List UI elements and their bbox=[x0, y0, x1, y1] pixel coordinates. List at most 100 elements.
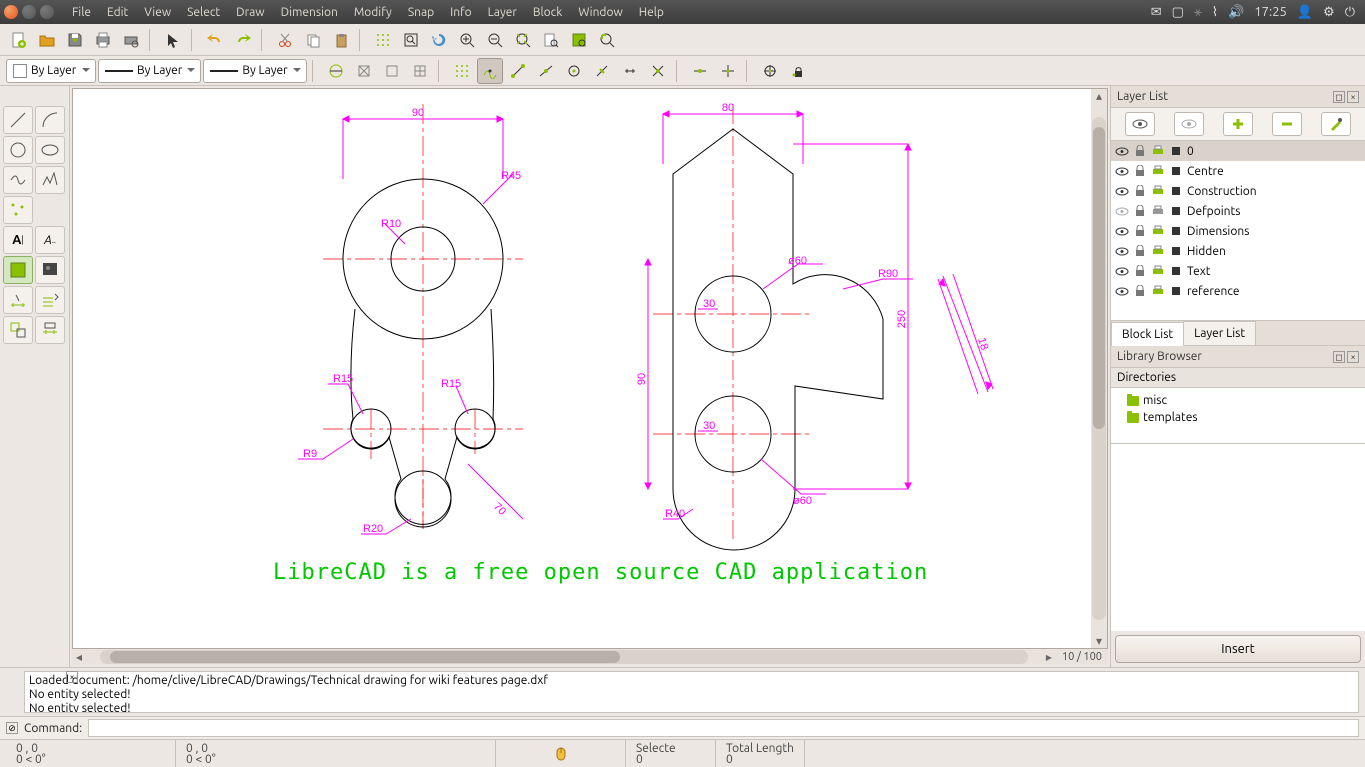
lock-icon[interactable] bbox=[1133, 224, 1147, 238]
menu-dimension[interactable]: Dimension bbox=[273, 3, 346, 22]
clock[interactable]: 17:25 bbox=[1254, 5, 1287, 19]
snap-intersection-button[interactable] bbox=[645, 58, 671, 84]
menu-help[interactable]: Help bbox=[631, 3, 672, 22]
lock-icon[interactable] bbox=[1133, 144, 1147, 158]
print-button[interactable] bbox=[90, 27, 116, 53]
power-icon[interactable]: ⏻ bbox=[1345, 5, 1355, 20]
battery-icon[interactable]: ▢ bbox=[1172, 5, 1184, 20]
bluetooth-icon[interactable]: ⚹ bbox=[1194, 5, 1202, 20]
print-icon[interactable] bbox=[1151, 144, 1165, 158]
tab-layer-list[interactable]: Layer List bbox=[1183, 321, 1256, 345]
eye-icon[interactable] bbox=[1115, 144, 1129, 158]
cut-button[interactable] bbox=[272, 27, 298, 53]
panel-close-icon[interactable]: × bbox=[1347, 351, 1359, 363]
modify-tool[interactable] bbox=[3, 316, 33, 344]
zoom-out-button[interactable] bbox=[482, 27, 508, 53]
console-close-icon[interactable]: × bbox=[66, 671, 78, 683]
menu-draw[interactable]: Draw bbox=[228, 3, 272, 22]
horizontal-scrollbar[interactable]: ◂ ▸ 10 / 100 bbox=[72, 649, 1108, 665]
panel-close-icon[interactable]: × bbox=[1347, 91, 1359, 103]
panel-float-icon[interactable]: ◻ bbox=[1333, 91, 1345, 103]
construction-icon[interactable] bbox=[1169, 264, 1183, 278]
print-preview-button[interactable] bbox=[118, 27, 144, 53]
eye-icon[interactable] bbox=[1115, 224, 1129, 238]
info-tool[interactable] bbox=[35, 316, 65, 344]
close-button[interactable] bbox=[4, 5, 18, 19]
menu-select[interactable]: Select bbox=[179, 3, 228, 22]
eye-icon[interactable] bbox=[1115, 264, 1129, 278]
relative-zero-button[interactable] bbox=[757, 58, 783, 84]
image-tool[interactable] bbox=[35, 256, 65, 284]
eye-icon[interactable] bbox=[1115, 164, 1129, 178]
isometric-grid-button[interactable] bbox=[323, 58, 349, 84]
arc-tool[interactable] bbox=[35, 106, 65, 134]
lock-icon[interactable] bbox=[1133, 264, 1147, 278]
user-icon[interactable]: 👤 bbox=[1297, 5, 1313, 20]
lock-icon[interactable] bbox=[1133, 204, 1147, 218]
snap-free-button[interactable] bbox=[477, 58, 503, 84]
construction-icon[interactable] bbox=[1169, 224, 1183, 238]
add-layer-button[interactable] bbox=[1223, 112, 1253, 136]
zoom-auto-button[interactable] bbox=[510, 27, 536, 53]
ellipse-tool[interactable] bbox=[35, 136, 65, 164]
layer-row[interactable]: Text bbox=[1111, 261, 1365, 281]
zoom-pan-button[interactable] bbox=[594, 27, 620, 53]
snap-on-entity-button[interactable] bbox=[533, 58, 559, 84]
lock-icon[interactable] bbox=[1133, 164, 1147, 178]
undo-button[interactable] bbox=[202, 27, 228, 53]
spline-tool[interactable] bbox=[3, 166, 33, 194]
ortho-left-button[interactable] bbox=[351, 58, 377, 84]
snap-distance-button[interactable] bbox=[617, 58, 643, 84]
copy-button[interactable] bbox=[300, 27, 326, 53]
menu-info[interactable]: Info bbox=[442, 3, 480, 22]
dir-item[interactable]: misc bbox=[1115, 392, 1361, 409]
line-tool[interactable] bbox=[3, 106, 33, 134]
lock-icon[interactable] bbox=[1133, 284, 1147, 298]
color-combo[interactable]: By Layer bbox=[6, 59, 96, 83]
layer-row[interactable]: Hidden bbox=[1111, 241, 1365, 261]
pointer-button[interactable] bbox=[160, 27, 186, 53]
command-input[interactable] bbox=[88, 719, 1359, 737]
redo-button[interactable] bbox=[230, 27, 256, 53]
zoom-redraw-button[interactable] bbox=[426, 27, 452, 53]
layer-row[interactable]: Defpoints bbox=[1111, 201, 1365, 221]
zoom-in-button[interactable] bbox=[454, 27, 480, 53]
eye-icon[interactable] bbox=[1115, 284, 1129, 298]
point-tool[interactable] bbox=[3, 196, 33, 224]
construction-icon[interactable] bbox=[1169, 284, 1183, 298]
print-icon[interactable] bbox=[1151, 264, 1165, 278]
construction-icon[interactable] bbox=[1169, 204, 1183, 218]
new-file-button[interactable] bbox=[6, 27, 32, 53]
zoom-extents-button[interactable] bbox=[566, 27, 592, 53]
snap-middle-button[interactable] bbox=[589, 58, 615, 84]
menu-view[interactable]: View bbox=[136, 3, 179, 22]
print-icon[interactable] bbox=[1151, 284, 1165, 298]
tab-block-list[interactable]: Block List bbox=[1111, 322, 1184, 346]
clear-command-icon[interactable]: ⊘ bbox=[6, 722, 18, 734]
layer-row[interactable]: 0 bbox=[1111, 141, 1365, 161]
construction-icon[interactable] bbox=[1169, 184, 1183, 198]
layer-row[interactable]: Dimensions bbox=[1111, 221, 1365, 241]
menu-snap[interactable]: Snap bbox=[400, 3, 442, 22]
save-button[interactable] bbox=[62, 27, 88, 53]
vertical-scrollbar[interactable]: ▴ ▾ bbox=[1091, 89, 1107, 648]
wifi-icon[interactable]: ⌇ bbox=[1212, 5, 1218, 20]
insert-button[interactable]: Insert bbox=[1115, 635, 1361, 663]
lock-relative-zero-button[interactable] bbox=[785, 58, 811, 84]
maximize-button[interactable] bbox=[40, 5, 54, 19]
print-icon[interactable] bbox=[1151, 164, 1165, 178]
snap-endpoint-button[interactable] bbox=[505, 58, 531, 84]
directory-list[interactable]: misctemplates bbox=[1111, 388, 1365, 443]
construction-icon[interactable] bbox=[1169, 244, 1183, 258]
zoom-window-button[interactable] bbox=[398, 27, 424, 53]
print-icon[interactable] bbox=[1151, 184, 1165, 198]
drawing-canvas[interactable]: 90 R45 R10 R15 R15 R9 R20 70 bbox=[72, 88, 1108, 649]
text-tool[interactable]: A| bbox=[3, 226, 33, 254]
mtext-tool[interactable]: A.. bbox=[35, 226, 65, 254]
paste-button[interactable] bbox=[328, 27, 354, 53]
circle-tool[interactable] bbox=[3, 136, 33, 164]
layer-row[interactable]: Centre bbox=[1111, 161, 1365, 181]
restrict-nothing-button[interactable] bbox=[687, 58, 713, 84]
menu-block[interactable]: Block bbox=[525, 3, 570, 22]
hatch-tool[interactable] bbox=[3, 256, 33, 284]
